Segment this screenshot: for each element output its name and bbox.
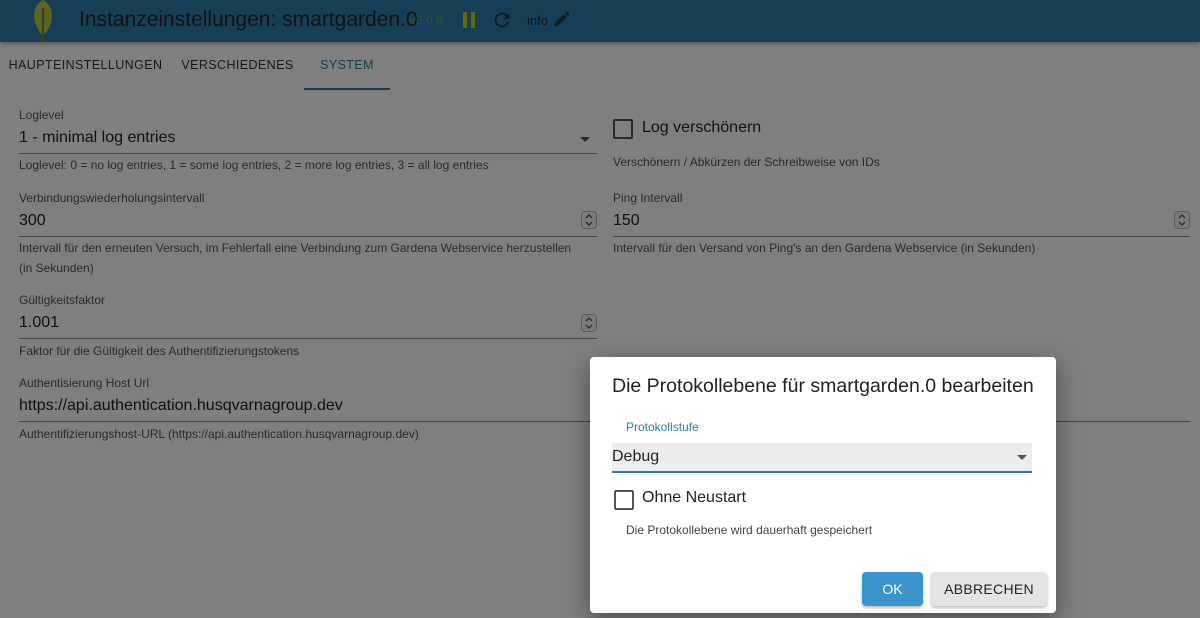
log-level-dialog: Die Protokollebene für smartgarden.0 bea… — [590, 357, 1056, 613]
dialog-helper: Die Protokollebene wird dauerhaft gespei… — [626, 523, 873, 537]
dialog-title: Die Protokollebene für smartgarden.0 bea… — [612, 375, 1034, 397]
no-restart-checkbox[interactable] — [614, 490, 634, 510]
protocol-level-value: Debug — [612, 448, 660, 465]
ok-button[interactable]: OK — [862, 572, 923, 606]
dropdown-arrow-icon[interactable] — [1017, 455, 1027, 460]
no-restart-label: Ohne Neustart — [642, 489, 747, 506]
protocol-level-select[interactable]: Debug — [612, 443, 1032, 473]
cancel-button[interactable]: ABBRECHEN — [931, 572, 1047, 606]
protocol-level-label: Protokollstufe — [626, 420, 699, 434]
